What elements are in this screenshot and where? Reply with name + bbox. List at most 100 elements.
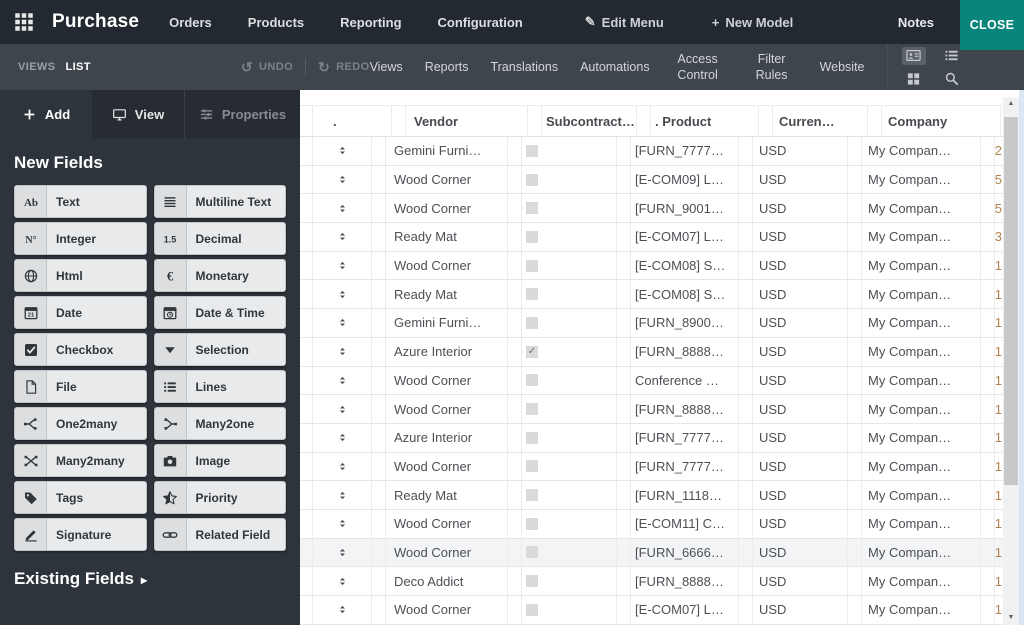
search-view-icon[interactable] xyxy=(940,70,964,88)
table-row[interactable]: Wood Corner[E-COM08] S…USDMy Compan…1 xyxy=(300,252,1003,281)
field-button-html[interactable]: Html xyxy=(14,259,147,292)
row-handle-icon[interactable] xyxy=(337,431,348,444)
app-name[interactable]: Purchase xyxy=(52,11,139,33)
toolbar-menu-translations[interactable]: Translations xyxy=(490,60,558,74)
field-button-integer[interactable]: N°Integer xyxy=(14,222,147,255)
tab-view[interactable]: View xyxy=(92,90,184,138)
toolbar-menu-views[interactable]: Views xyxy=(370,60,403,74)
topbar-menu-orders[interactable]: Orders xyxy=(169,15,212,30)
toolbar-menu-website[interactable]: Website xyxy=(820,60,865,74)
field-button-monetary[interactable]: €Monetary xyxy=(154,259,287,292)
field-button-many2one[interactable]: Many2one xyxy=(154,407,287,440)
toolbar-menu-reports[interactable]: Reports xyxy=(425,60,469,74)
scroll-down-arrow[interactable]: ▼ xyxy=(1003,611,1019,623)
breadcrumb-views[interactable]: VIEWS xyxy=(18,61,55,73)
new-model-button[interactable]: + New Model xyxy=(712,15,794,30)
column-header-company[interactable]: Company xyxy=(881,106,1000,136)
field-button-date[interactable]: 21Date xyxy=(14,296,147,329)
scroll-up-arrow[interactable]: ▲ xyxy=(1003,97,1019,109)
table-row[interactable]: Deco Addict[FURN_8888…USDMy Compan…1 xyxy=(300,567,1003,596)
field-button-checkbox[interactable]: Checkbox xyxy=(14,333,147,366)
row-handle-icon[interactable] xyxy=(337,460,348,473)
column-header-currency[interactable]: Curren… xyxy=(772,106,867,136)
row-handle-icon[interactable] xyxy=(337,230,348,243)
notes-button[interactable]: Notes xyxy=(898,15,934,30)
field-button-tags[interactable]: Tags xyxy=(14,481,147,514)
subcontracted-checkbox xyxy=(526,546,538,558)
row-handle-icon[interactable] xyxy=(337,603,348,616)
field-button-date-time[interactable]: Date & Time xyxy=(154,296,287,329)
table-row[interactable]: Wood Corner[FURN_9001…USDMy Compan…5 xyxy=(300,194,1003,223)
row-handle-icon[interactable] xyxy=(337,288,348,301)
table-row[interactable]: Wood CornerConference …USDMy Compan…1 xyxy=(300,367,1003,396)
table-row[interactable]: Azure Interior[FURN_8888…USDMy Compan…1 xyxy=(300,338,1003,367)
table-row[interactable]: Wood Corner[FURN_6666…USDMy Compan…1 xyxy=(300,539,1003,568)
field-button-lines[interactable]: Lines xyxy=(154,370,287,403)
table-row[interactable]: Azure Interior[FURN_7777…USDMy Compan…1 xyxy=(300,424,1003,453)
field-button-multiline-text[interactable]: Multiline Text xyxy=(154,185,287,218)
tab-properties[interactable]: Properties xyxy=(184,90,300,138)
undo-button[interactable]: ↺ UNDO xyxy=(241,61,293,73)
apps-grid-icon[interactable] xyxy=(14,12,34,32)
row-handle-icon[interactable] xyxy=(337,489,348,502)
cell-product: [FURN_6666… xyxy=(630,539,738,567)
table-row[interactable]: Wood Corner[E-COM07] L…USDMy Compan…1 xyxy=(300,596,1003,625)
row-handle-icon[interactable] xyxy=(337,403,348,416)
table-row[interactable]: Wood Corner[E-COM11] C…USDMy Compan…1 xyxy=(300,510,1003,539)
field-button-many2many[interactable]: Many2many xyxy=(14,444,147,477)
row-handle-icon[interactable] xyxy=(337,345,348,358)
table-row[interactable]: Wood Corner[FURN_7777…USDMy Compan…1 xyxy=(300,453,1003,482)
scrollbar-thumb[interactable] xyxy=(1004,117,1018,485)
vertical-scrollbar[interactable]: ▲ ▼ xyxy=(1003,97,1019,625)
row-handle-icon[interactable] xyxy=(337,202,348,215)
field-button-selection[interactable]: Selection xyxy=(154,333,287,366)
field-button-priority[interactable]: Priority xyxy=(154,481,287,514)
column-header-handle[interactable]: . xyxy=(312,106,391,136)
column-hook xyxy=(616,280,630,308)
field-button-text[interactable]: AbText xyxy=(14,185,147,218)
topbar-menu-reporting[interactable]: Reporting xyxy=(340,15,401,30)
new-model-label: New Model xyxy=(725,15,793,30)
table-row[interactable]: Wood Corner[FURN_8888…USDMy Compan…1 xyxy=(300,395,1003,424)
row-handle-icon[interactable] xyxy=(337,517,348,530)
column-header-product[interactable]: . Product xyxy=(650,106,758,136)
kanban-view-icon[interactable] xyxy=(902,70,926,88)
close-button[interactable]: CLOSE xyxy=(960,0,1024,50)
redo-button[interactable]: ↻ REDO xyxy=(318,61,370,73)
row-handle-icon[interactable] xyxy=(337,374,348,387)
topbar-menu-configuration[interactable]: Configuration xyxy=(438,15,523,30)
field-button-image[interactable]: Image xyxy=(154,444,287,477)
field-button-file[interactable]: File xyxy=(14,370,147,403)
table-row[interactable]: Ready Mat[FURN_1118…USDMy Compan…1 xyxy=(300,481,1003,510)
table-row[interactable]: Gemini Furni…[FURN_7777…USDMy Compan…12 xyxy=(300,137,1003,166)
field-button-one2many[interactable]: One2many xyxy=(14,407,147,440)
row-handle-icon[interactable] xyxy=(337,546,348,559)
edit-menu-button[interactable]: ✎ Edit Menu xyxy=(585,14,664,30)
table-row[interactable]: Wood Corner[E-COM09] L…USDMy Compan…5 xyxy=(300,166,1003,195)
table-row[interactable]: Gemini Furni…[FURN_8900…USDMy Compan…1 xyxy=(300,309,1003,338)
field-button-related-field[interactable]: Related Field xyxy=(154,518,287,551)
toolbar-menu-automations[interactable]: Automations xyxy=(580,60,649,74)
field-button-decimal[interactable]: 1.5Decimal xyxy=(154,222,287,255)
topbar-menu-products[interactable]: Products xyxy=(248,15,304,30)
row-handle-icon[interactable] xyxy=(337,316,348,329)
list-view-editor: . Vendor Subcontract… . Product Curren… Compa… xyxy=(300,90,1024,625)
row-handle-icon[interactable] xyxy=(337,173,348,186)
cell-quantity: 1 xyxy=(994,567,1003,595)
existing-fields-toggle[interactable]: Existing Fields ▸ xyxy=(0,551,300,589)
column-hook xyxy=(738,338,752,366)
view-type-switcher xyxy=(887,44,978,90)
toolbar-menu-filter-rules[interactable]: Filter Rules xyxy=(746,51,798,84)
tab-add[interactable]: Add xyxy=(0,90,92,138)
toolbar-menu-access-control[interactable]: Access Control xyxy=(672,51,724,84)
table-row[interactable]: Ready Mat[E-COM08] S…USDMy Compan…1 xyxy=(300,280,1003,309)
column-header-vendor[interactable]: Vendor xyxy=(405,106,527,136)
column-header-subcontracted[interactable]: Subcontract… xyxy=(541,106,636,136)
row-handle-icon[interactable] xyxy=(337,259,348,272)
table-row[interactable]: Ready Mat[E-COM07] L…USDMy Compan…3 xyxy=(300,223,1003,252)
row-handle-icon[interactable] xyxy=(337,144,348,157)
contact-card-icon[interactable] xyxy=(902,47,926,65)
subcontracted-checkbox xyxy=(526,432,538,444)
field-button-signature[interactable]: Signature xyxy=(14,518,147,551)
row-handle-icon[interactable] xyxy=(337,575,348,588)
